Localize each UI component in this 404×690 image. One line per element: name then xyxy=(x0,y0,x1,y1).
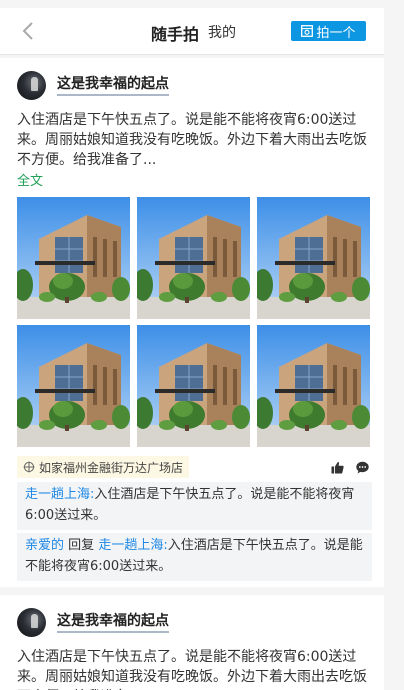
hotel-photo xyxy=(257,325,370,447)
post-header: 这是我幸福的起点 xyxy=(17,595,372,647)
post-content: 入住酒店是下午快五点了。说是能不能将夜宵6:00送过来。周丽姑娘知道我没有吃晚饭… xyxy=(17,649,367,690)
page-title: 随手拍 xyxy=(151,25,200,44)
photo-thumbnail[interactable] xyxy=(17,197,130,319)
hotel-photo xyxy=(257,197,370,319)
reply-target-username[interactable]: 走一趟上海 xyxy=(98,538,163,553)
post-actions xyxy=(331,461,369,474)
comment-item: 亲爱的 回复 走一趟上海:入住酒店是下午快五点了。说是能不能将夜宵6:00送过来… xyxy=(17,530,372,581)
comment-username[interactable]: 走一趟上海 xyxy=(25,487,90,502)
tab-mine[interactable]: 我的 xyxy=(208,22,236,42)
photo-thumbnail[interactable] xyxy=(17,325,130,447)
location-tag[interactable]: 如家福州金融街万达广场店 xyxy=(17,456,190,478)
target-location-icon xyxy=(23,461,35,473)
post-button[interactable]: 拍一个 xyxy=(291,21,366,41)
photo-thumbnail[interactable] xyxy=(137,325,250,447)
hotel-photo xyxy=(137,325,250,447)
photo-thumbnail[interactable] xyxy=(257,325,370,447)
photo-thumbnail[interactable] xyxy=(257,197,370,319)
reply-word: 回复 xyxy=(68,538,95,553)
thumbs-up-icon[interactable] xyxy=(331,461,344,474)
photo-thumbnail[interactable] xyxy=(137,197,250,319)
chat-bubble-icon[interactable] xyxy=(356,461,369,474)
post-title[interactable]: 这是我幸福的起点 xyxy=(57,612,169,633)
location-label: 如家福州金融街万达广场店 xyxy=(39,460,184,475)
camera-frame-icon xyxy=(301,25,314,37)
post-card: 这是我幸福的起点 入住酒店是下午快五点了。说是能不能将夜宵6:00送过来。周丽姑… xyxy=(0,595,384,690)
photo-grid xyxy=(17,197,372,447)
comment-list: 走一趟上海:入住酒店是下午快五点了。说是能不能将夜宵6:00送过来。 亲爱的 回… xyxy=(17,482,372,581)
post-feed: 这是我幸福的起点 入住酒店是下午快五点了。说是能不能将夜宵6:00送过来。周丽姑… xyxy=(0,58,384,690)
post-header: 这是我幸福的起点 xyxy=(17,58,372,110)
top-nav-bar: 随手拍 我的 拍一个 xyxy=(0,8,384,55)
comment-item: 走一趟上海:入住酒店是下午快五点了。说是能不能将夜宵6:00送过来。 xyxy=(17,482,372,530)
post-card: 这是我幸福的起点 入住酒店是下午快五点了。说是能不能将夜宵6:00送过来。周丽姑… xyxy=(0,58,384,587)
full-text-link[interactable]: 全文 xyxy=(17,172,43,192)
comment-username[interactable]: 亲爱的 xyxy=(25,538,64,553)
post-title[interactable]: 这是我幸福的起点 xyxy=(57,75,169,96)
avatar[interactable] xyxy=(17,607,46,637)
hotel-photo xyxy=(17,325,130,447)
hotel-photo xyxy=(17,197,130,319)
post-meta-row: 如家福州金融街万达广场店 xyxy=(17,452,372,482)
hotel-photo xyxy=(137,197,250,319)
chevron-left-icon[interactable] xyxy=(18,20,40,42)
avatar[interactable] xyxy=(17,70,46,100)
post-content: 入住酒店是下午快五点了。说是能不能将夜宵6:00送过来。周丽姑娘知道我没有吃晚饭… xyxy=(17,112,367,168)
post-button-label: 拍一个 xyxy=(316,25,356,41)
